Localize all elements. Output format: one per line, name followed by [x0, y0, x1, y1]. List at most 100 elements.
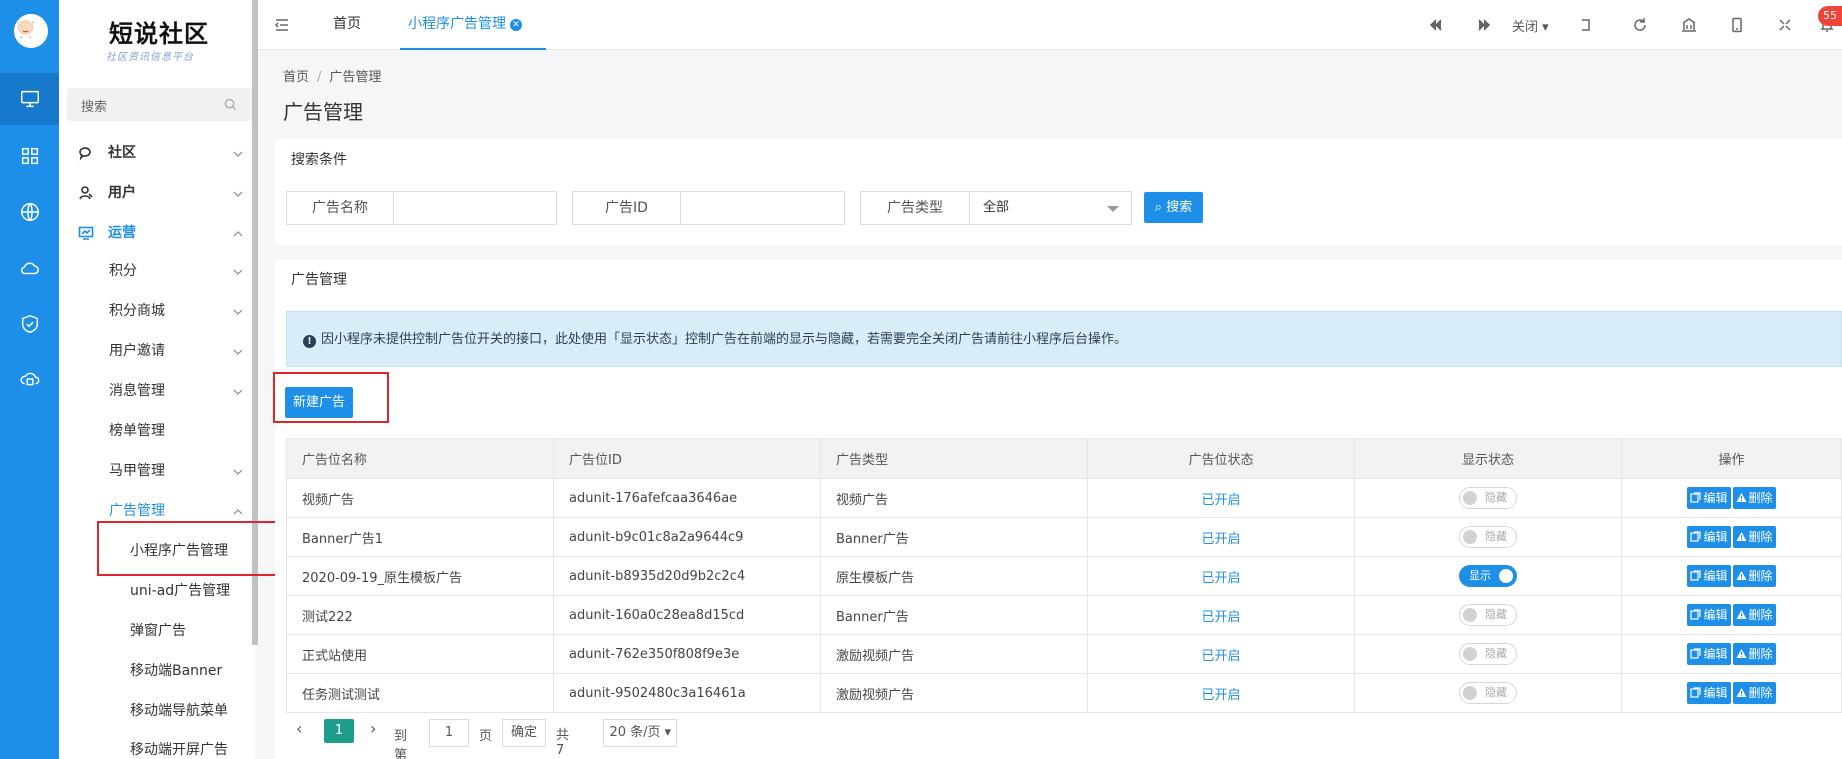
rewind-icon[interactable] — [1428, 17, 1444, 33]
desktop-icon[interactable] — [0, 73, 59, 125]
display-toggle[interactable]: 隐藏 — [1459, 643, 1517, 665]
sidebar-item-vest[interactable]: 马甲管理 — [59, 452, 255, 488]
edit-button[interactable]: 编辑 — [1687, 565, 1731, 587]
tab-miniprogram-ads[interactable]: 小程序广告管理 ✕ — [400, 0, 546, 50]
ad-type-select[interactable]: 广告类型 全部 — [860, 191, 1132, 225]
sidebar-item-rankings[interactable]: 榜单管理 — [59, 412, 255, 448]
notification-badge: 55 — [1818, 6, 1842, 26]
delete-button[interactable]: 删除 — [1732, 526, 1776, 548]
shield-check-icon[interactable] — [0, 298, 59, 350]
page-unit: 页 — [479, 729, 493, 744]
cloud-device-icon[interactable] — [0, 354, 59, 406]
sidebar-item-label: 运营 — [108, 225, 136, 241]
display-toggle[interactable]: 显示 — [1459, 565, 1517, 587]
warning-icon — [1736, 566, 1747, 580]
delete-button[interactable]: 删除 — [1732, 487, 1776, 509]
ad-slot-id: adunit-176afefcaa3646ae — [553, 478, 821, 518]
delete-button[interactable]: 删除 — [1732, 604, 1776, 626]
sidebar-item-user-invite[interactable]: 用户邀请 — [59, 332, 255, 368]
toggle-knob — [1463, 530, 1477, 544]
caret-down-icon: ▾ — [664, 725, 671, 740]
collapse-menu-icon[interactable] — [274, 17, 290, 33]
ad-type: 激励视频广告 — [820, 673, 1088, 713]
close-icon[interactable]: ✕ — [510, 19, 522, 31]
page-size-select[interactable]: 20 条/页 ▾ — [603, 719, 677, 747]
cloud-icon[interactable] — [0, 242, 59, 294]
edit-button[interactable]: 编辑 — [1687, 487, 1731, 509]
sidebar-item-label: 移动端开屏广告 — [130, 742, 228, 758]
delete-button[interactable]: 删除 — [1732, 682, 1776, 704]
caret-down-icon: ▾ — [1542, 20, 1549, 35]
ad-name-field[interactable]: 广告名称 — [286, 191, 557, 225]
edit-button[interactable]: 编辑 — [1687, 682, 1731, 704]
info-icon: ! — [303, 335, 316, 348]
breadcrumb-current: 广告管理 — [329, 70, 382, 85]
sidebar-item-points-mall[interactable]: 积分商城 — [59, 292, 255, 328]
fullscreen-icon[interactable] — [1777, 17, 1793, 33]
sidebar-item-community[interactable]: 社区 — [59, 134, 255, 170]
toggle-knob — [1463, 608, 1477, 622]
display-toggle[interactable]: 隐藏 — [1459, 526, 1517, 548]
fast-forward-icon[interactable] — [1476, 17, 1492, 33]
avatar[interactable] — [14, 14, 48, 48]
sidebar-item-points[interactable]: 积分 — [59, 252, 255, 288]
sidebar-item-popup-ads[interactable]: 弹窗广告 — [59, 612, 255, 648]
chevron-down-icon — [233, 345, 243, 355]
table-row: Banner广告1 adunit-b9c01c8a2a9644c9 Banner广告… — [286, 517, 1842, 557]
return-icon[interactable] — [1578, 17, 1594, 33]
apps-grid-icon[interactable] — [0, 130, 59, 182]
chevron-left-icon[interactable]: ‹ — [296, 719, 302, 738]
search-icon: ⌕ — [1154, 200, 1163, 215]
table-row: 视频广告 adunit-176afefcaa3646ae 视频广告 已开启 隐藏 编辑 删除 — [286, 478, 1842, 518]
close-tabs-dropdown[interactable]: 关闭 ▾ — [1512, 16, 1549, 35]
field-label: 广告ID — [573, 192, 681, 224]
ad-slot-id: adunit-9502480c3a16461a — [553, 673, 821, 713]
breadcrumb-home[interactable]: 首页 — [283, 70, 309, 85]
display-toggle[interactable]: 隐藏 — [1459, 487, 1517, 509]
sidebar-item-label: 马甲管理 — [109, 463, 165, 479]
ad-type: Banner广告 — [820, 517, 1088, 557]
goto-page-input[interactable]: 1 — [429, 719, 469, 747]
display-toggle[interactable]: 隐藏 — [1459, 604, 1517, 626]
chevron-right-icon[interactable]: › — [370, 719, 376, 738]
sidebar-item-operations[interactable]: 运营 — [59, 214, 255, 250]
button-label: 编辑 — [1703, 608, 1728, 622]
sidebar-item-user[interactable]: 用户 — [59, 174, 255, 210]
chevron-down-icon — [233, 265, 243, 275]
sidebar-search[interactable]: 搜索 — [67, 88, 253, 121]
toggle-label: 隐藏 — [1485, 686, 1507, 699]
display-toggle[interactable]: 隐藏 — [1459, 682, 1517, 704]
refresh-icon[interactable] — [1632, 17, 1648, 33]
delete-button[interactable]: 删除 — [1732, 565, 1776, 587]
sidebar-item-mobile-banner[interactable]: 移动端Banner — [59, 652, 255, 688]
globe-icon[interactable] — [0, 186, 59, 238]
sidebar-item-messages[interactable]: 消息管理 — [59, 372, 255, 408]
toggle-knob — [1463, 491, 1477, 505]
tab-home[interactable]: 首页 — [333, 0, 361, 50]
display-status-cell: 隐藏 — [1354, 478, 1622, 518]
ad-id-field[interactable]: 广告ID — [572, 191, 845, 225]
chevron-down-icon — [233, 385, 243, 395]
toggle-knob — [1499, 569, 1513, 583]
edit-button[interactable]: 编辑 — [1687, 604, 1731, 626]
search-input[interactable]: 搜索 — [81, 96, 107, 115]
sidebar-item-mobile-nav[interactable]: 移动端导航菜单 — [59, 692, 255, 728]
toggle-knob — [1463, 647, 1477, 661]
chevron-down-icon — [233, 147, 243, 157]
ad-slot-name: 视频广告 — [286, 478, 554, 518]
goto-confirm-button[interactable]: 确定 — [502, 719, 546, 747]
bank-icon[interactable] — [1681, 17, 1697, 33]
sidebar-item-uniad[interactable]: uni-ad广告管理 — [59, 572, 255, 608]
card-title: 广告管理 — [291, 272, 347, 288]
page-number-current[interactable]: 1 — [324, 719, 354, 743]
edit-button[interactable]: 编辑 — [1687, 526, 1731, 548]
mobile-icon[interactable] — [1729, 17, 1745, 33]
highlight-box-menu — [97, 521, 295, 576]
sidebar-item-splash-ads[interactable]: 移动端开屏广告 — [59, 731, 255, 759]
logo-title: 短说社区 — [109, 19, 209, 48]
ad-slot-name: 2020-09-19_原生模板广告 — [286, 556, 554, 596]
column-header: 操作 — [1621, 438, 1842, 479]
delete-button[interactable]: 删除 — [1732, 643, 1776, 665]
search-button[interactable]: ⌕ 搜索 — [1144, 192, 1203, 223]
edit-button[interactable]: 编辑 — [1687, 643, 1731, 665]
